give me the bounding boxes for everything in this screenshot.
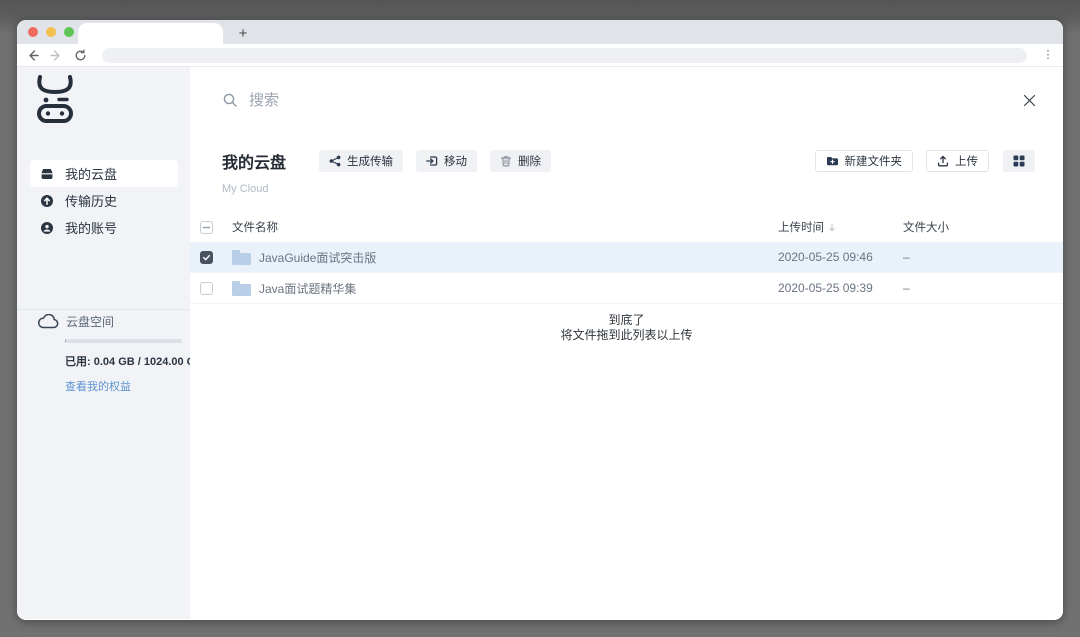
main-panel: 我的云盘 生成传输 — [190, 67, 1063, 619]
folder-plus-icon — [826, 155, 839, 167]
storage-title: 云盘空间 — [66, 313, 114, 330]
file-row[interactable]: JavaGuide面试突击版 2020-05-25 09:46 – — [190, 242, 1063, 273]
browser-menu-icon[interactable]: ⋮ — [1042, 53, 1054, 57]
sort-desc-icon — [828, 223, 836, 232]
row-checkbox[interactable] — [200, 282, 213, 295]
column-header-time[interactable]: 上传时间 — [778, 219, 903, 235]
sidebar-item-transfer-history[interactable]: 传输历史 — [30, 187, 178, 214]
column-header-size[interactable]: 文件大小 — [903, 219, 1063, 235]
sidebar-item-my-cloud[interactable]: 我的云盘 — [30, 160, 178, 187]
desktop-frame: + ⋮ — [0, 0, 1080, 637]
close-window-button[interactable] — [28, 27, 38, 37]
file-time: 2020-05-25 09:46 — [778, 250, 873, 264]
grid-view-icon — [1013, 155, 1025, 167]
storage-progress-bar — [65, 339, 182, 343]
browser-navbar: ⋮ — [17, 44, 1063, 67]
file-list: 文件名称 上传时间 文件大小 — [190, 212, 1063, 343]
file-name[interactable]: Java面试题精华集 — [259, 280, 356, 297]
file-name[interactable]: JavaGuide面试突击版 — [259, 249, 376, 266]
new-tab-button[interactable]: + — [231, 23, 255, 44]
search-input[interactable] — [249, 92, 1022, 109]
storage-progress-fill — [65, 339, 66, 343]
grid-view-button[interactable] — [1003, 150, 1035, 172]
back-icon[interactable] — [26, 49, 39, 62]
table-header: 文件名称 上传时间 文件大小 — [190, 212, 1063, 242]
drive-icon — [40, 167, 54, 181]
storage-panel: 云盘空间 已用: 0.04 GB / 1024.00 GB 查看我的权益 — [38, 313, 182, 394]
sidebar-menu: 我的云盘 传输历史 — [30, 160, 178, 241]
page-subtitle: My Cloud — [222, 183, 268, 195]
trash-icon — [500, 155, 512, 167]
delete-button[interactable]: 删除 — [490, 150, 551, 172]
account-icon — [40, 221, 54, 235]
window-controls — [28, 27, 74, 37]
folder-icon — [232, 281, 251, 296]
share-icon — [329, 155, 341, 167]
column-header-name[interactable]: 文件名称 — [232, 219, 778, 235]
minimize-window-button[interactable] — [46, 27, 56, 37]
move-icon — [426, 155, 438, 167]
file-time: 2020-05-25 09:39 — [778, 281, 873, 295]
move-button[interactable]: 移动 — [416, 150, 477, 172]
file-size: – — [903, 250, 910, 264]
browser-window: + ⋮ — [17, 20, 1063, 620]
sidebar-item-label: 传输历史 — [65, 191, 117, 210]
search-row — [222, 86, 1037, 114]
page-title: 我的云盘 — [222, 149, 286, 173]
address-bar[interactable] — [102, 48, 1027, 63]
upload-button[interactable]: 上传 — [926, 150, 989, 172]
cloud-icon — [38, 314, 59, 329]
folder-icon — [232, 250, 251, 265]
sidebar-divider — [17, 309, 190, 310]
upload-icon — [937, 155, 949, 167]
check-icon — [202, 253, 211, 262]
sidebar-item-label: 我的账号 — [65, 218, 117, 237]
refresh-icon[interactable] — [74, 49, 87, 62]
search-icon — [222, 92, 238, 108]
browser-tab[interactable] — [78, 23, 223, 44]
sidebar-item-my-account[interactable]: 我的账号 — [30, 214, 178, 241]
file-size: – — [903, 281, 910, 295]
sidebar-item-label: 我的云盘 — [65, 164, 117, 183]
row-checkbox[interactable] — [200, 251, 213, 264]
generate-transfer-button[interactable]: 生成传输 — [319, 150, 403, 172]
list-end-message: 到底了 将文件拖到此列表以上传 — [190, 313, 1063, 343]
indeterminate-icon — [202, 223, 211, 232]
benefits-link[interactable]: 查看我的权益 — [65, 378, 182, 394]
select-all-checkbox[interactable] — [200, 221, 213, 234]
new-folder-button[interactable]: 新建文件夹 — [815, 150, 914, 172]
toolbar: 我的云盘 生成传输 — [222, 150, 1035, 172]
drag-upload-hint: 将文件拖到此列表以上传 — [190, 328, 1063, 343]
list-end-line1: 到底了 — [190, 313, 1063, 328]
storage-usage-text: 已用: 0.04 GB / 1024.00 GB — [65, 353, 182, 369]
forward-icon[interactable] — [50, 49, 63, 62]
browser-tabstrip: + — [17, 20, 1063, 44]
close-icon[interactable] — [1022, 93, 1037, 108]
ox-logo-icon — [32, 72, 78, 126]
file-row[interactable]: Java面试题精华集 2020-05-25 09:39 – — [190, 273, 1063, 304]
zoom-window-button[interactable] — [64, 27, 74, 37]
app-root: 我的云盘 传输历史 — [17, 67, 1063, 619]
sidebar: 我的云盘 传输历史 — [17, 67, 190, 619]
transfer-history-icon — [40, 194, 54, 208]
